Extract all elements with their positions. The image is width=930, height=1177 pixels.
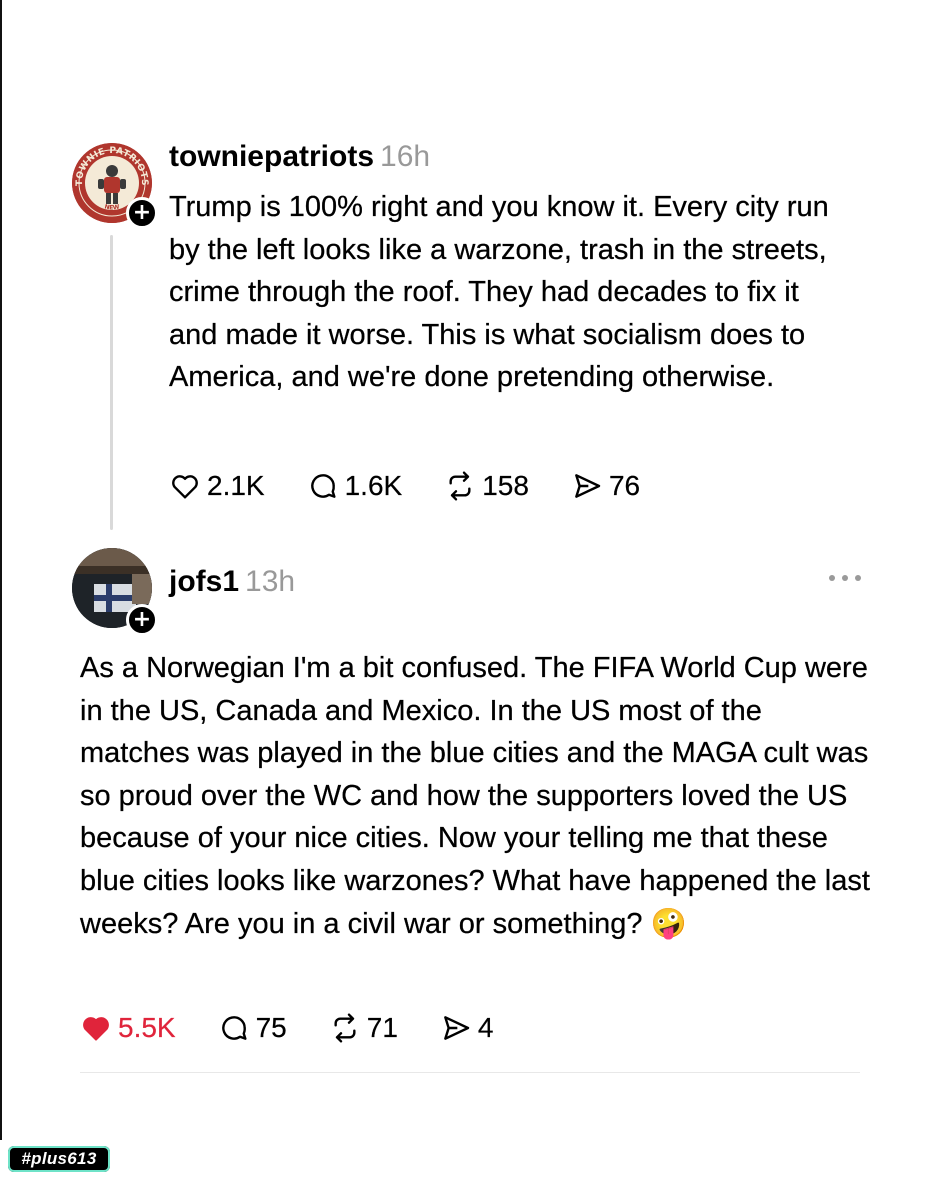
- svg-text:NEW: NEW: [104, 203, 121, 211]
- post-actions: 2.1K 1.6K 158 76: [169, 470, 682, 502]
- share-count: 76: [608, 470, 641, 501]
- timestamp: 13h: [245, 565, 296, 598]
- follow-plus-button[interactable]: +: [126, 197, 158, 229]
- share-button[interactable]: 76: [571, 470, 640, 502]
- username[interactable]: towniepatriots: [169, 140, 374, 173]
- send-icon: [444, 1016, 470, 1040]
- like-count: 5.5K: [118, 1012, 176, 1043]
- repost-icon: [449, 471, 471, 501]
- like-button[interactable]: 5.5K: [80, 1012, 176, 1044]
- reply-count: 1.6K: [344, 470, 403, 501]
- heart-icon: [172, 475, 198, 499]
- post-header: towniepatriots 16h: [169, 140, 430, 174]
- reply-count: 75: [255, 1012, 287, 1043]
- post-actions: 5.5K 75 71 4: [80, 1012, 536, 1044]
- share-count: 4: [477, 1012, 494, 1043]
- reply-button[interactable]: 75: [218, 1012, 287, 1044]
- post-text: Trump is 100% right and you know it. Eve…: [169, 191, 829, 393]
- thread-connector-line: [110, 235, 113, 530]
- like-button[interactable]: 2.1K: [169, 470, 265, 502]
- share-button[interactable]: 4: [440, 1012, 494, 1044]
- repost-count: 158: [482, 470, 529, 501]
- avatar-logo-subtext: NEW: [104, 203, 121, 211]
- repost-button[interactable]: 158: [444, 470, 529, 502]
- post-divider: [80, 1072, 860, 1073]
- post-text-body: As a Norwegian I'm a bit confused. The F…: [80, 652, 870, 940]
- repost-icon: [334, 1013, 356, 1043]
- send-icon: [575, 474, 601, 498]
- timestamp: 16h: [380, 140, 431, 173]
- more-options-icon[interactable]: [829, 572, 861, 584]
- username[interactable]: jofs1: [169, 565, 239, 598]
- reply-button[interactable]: 1.6K: [307, 470, 403, 502]
- comment-icon: [221, 1016, 247, 1040]
- repost-count: 71: [366, 1012, 398, 1043]
- left-edge-rule: [0, 0, 2, 1140]
- watermark-text: #plus613: [21, 1149, 97, 1168]
- post-text: As a Norwegian I'm a bit confused. The F…: [80, 647, 870, 946]
- repost-button[interactable]: 71: [329, 1012, 398, 1044]
- like-count: 2.1K: [207, 470, 265, 501]
- post-header: jofs1 13h: [169, 565, 295, 599]
- emoji-zany-face: 🤪: [650, 906, 687, 940]
- comment-icon: [310, 474, 336, 498]
- watermark-badge: #plus613: [8, 1146, 110, 1172]
- follow-plus-button[interactable]: +: [126, 604, 158, 636]
- heart-filled-icon: [83, 1017, 109, 1041]
